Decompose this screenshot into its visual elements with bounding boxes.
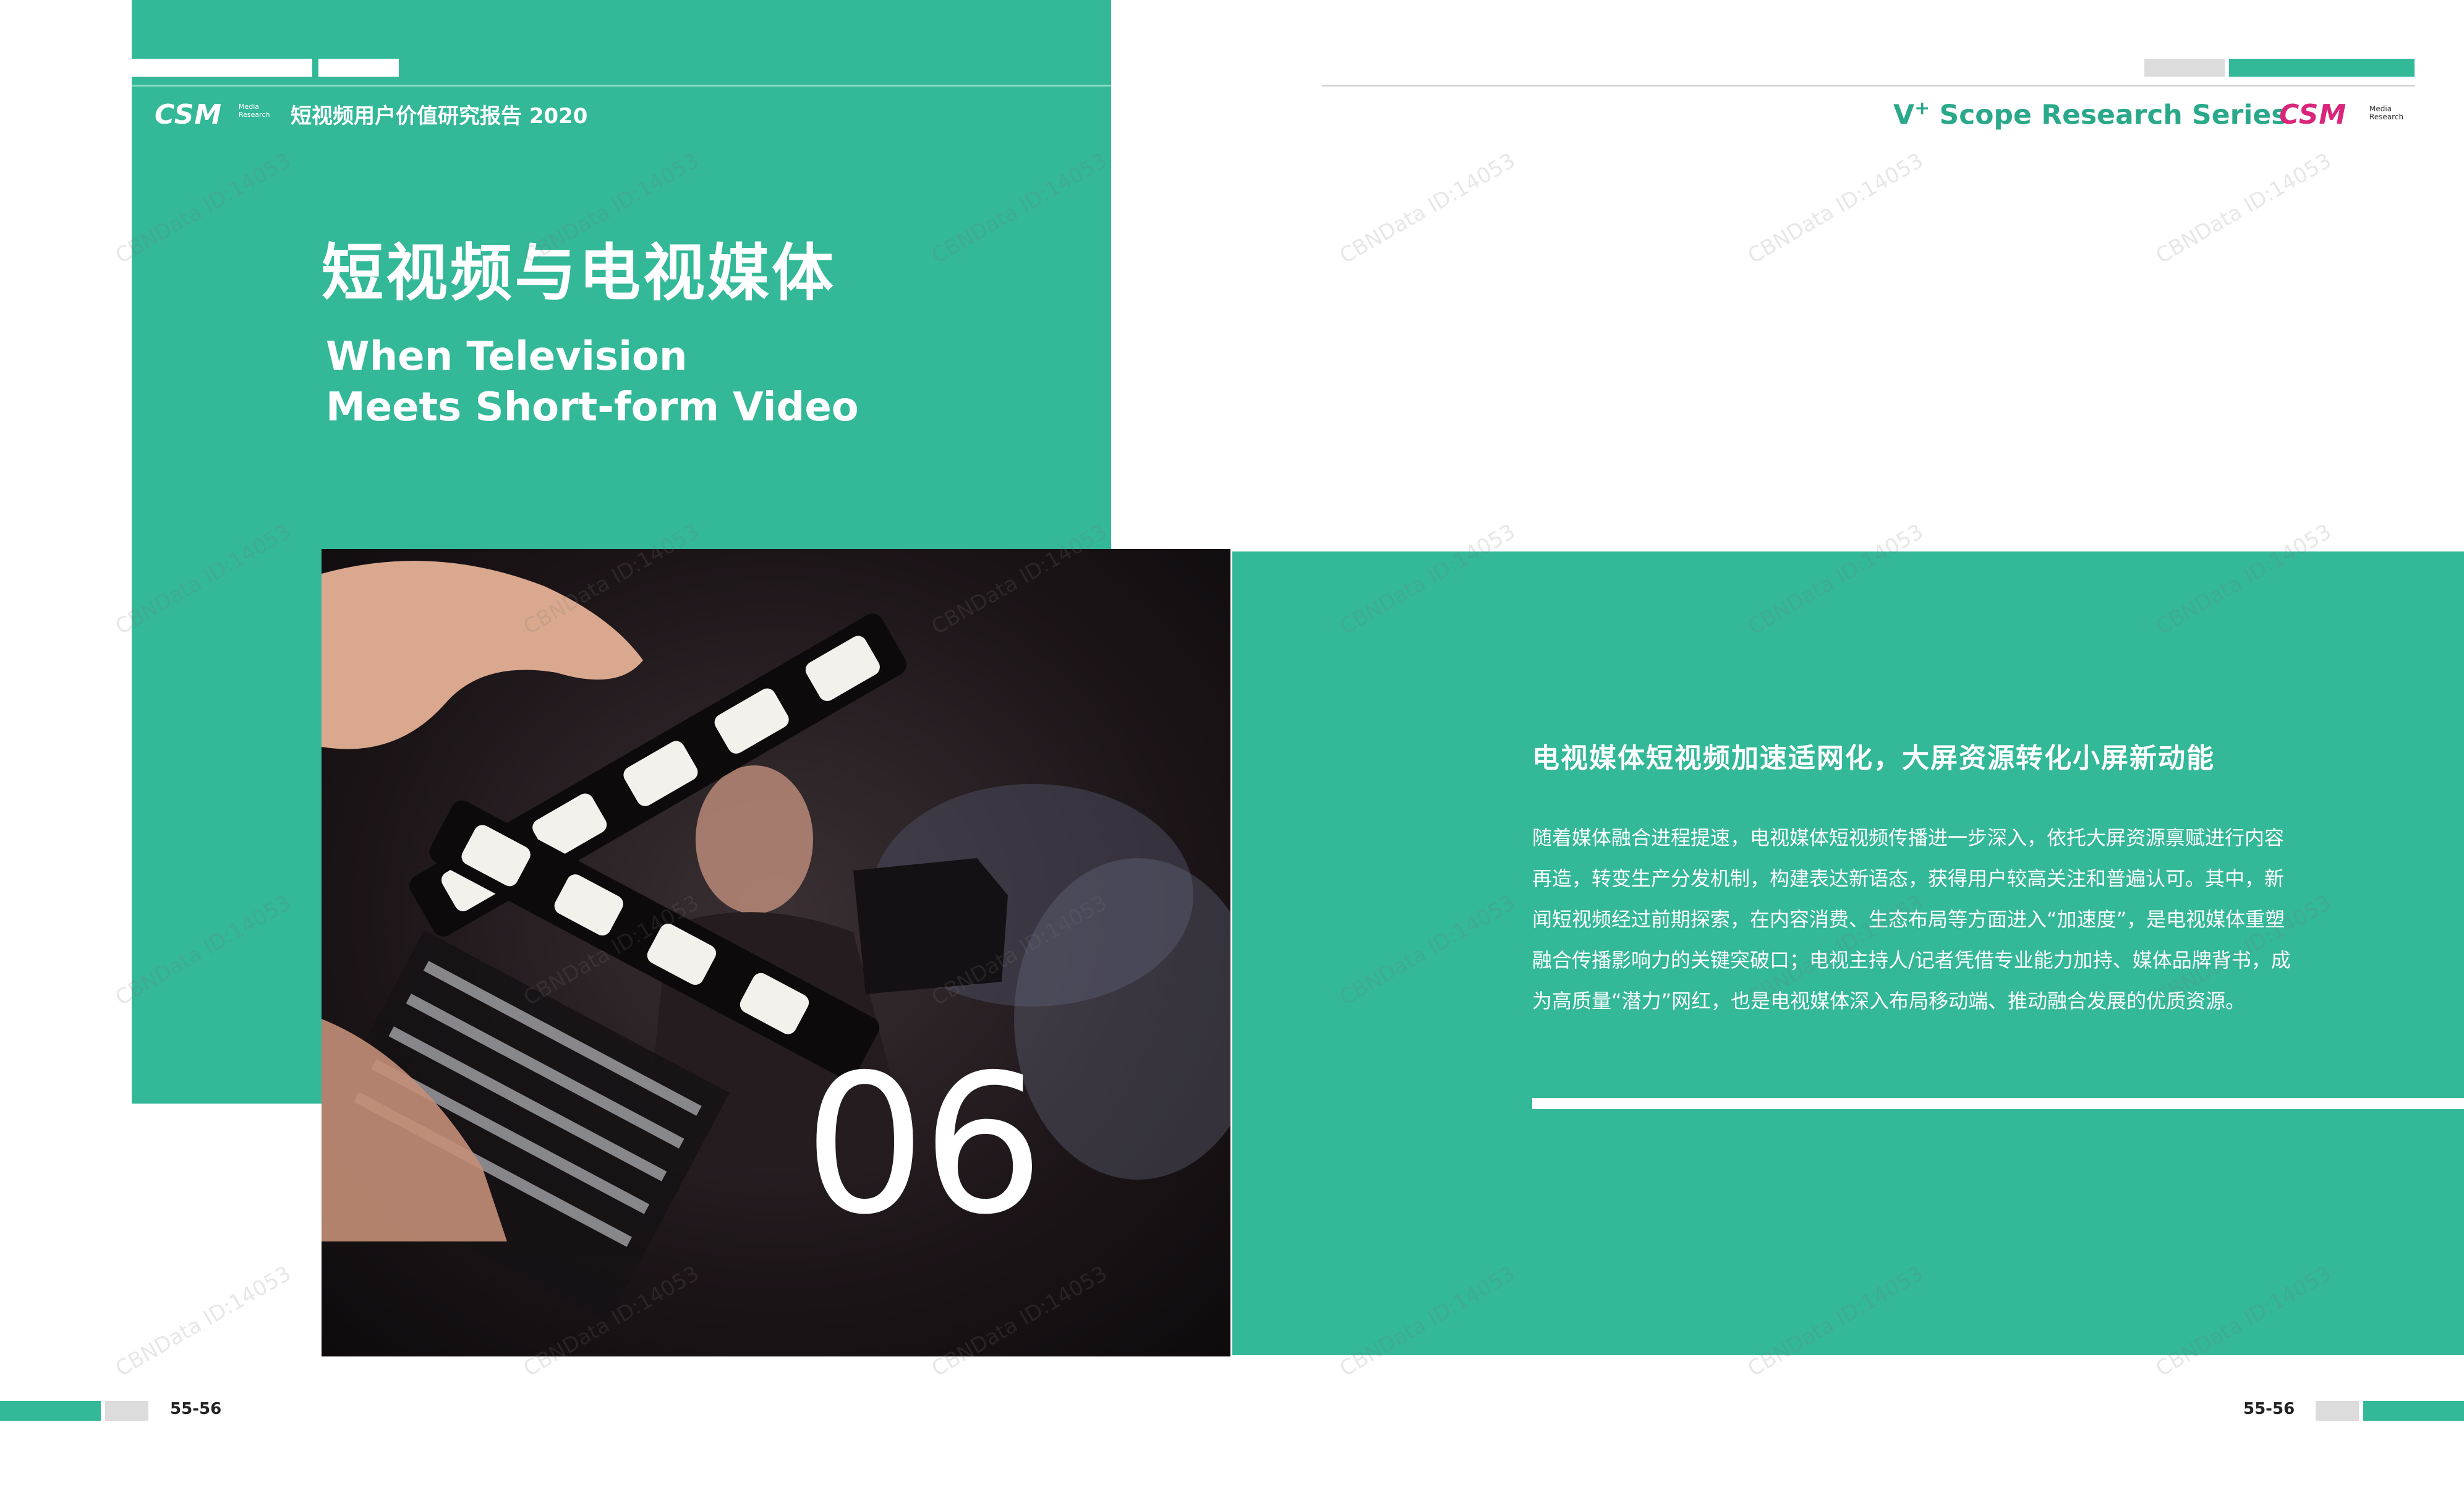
top-tab-strip xyxy=(318,59,399,77)
series-prefix: V xyxy=(1893,99,1915,131)
csm-logo-subtext: Media Research xyxy=(239,103,270,119)
section-heading: 电视媒体短视频加速适网化，大屏资源转化小屏新动能 xyxy=(1532,743,2215,774)
series-sup: + xyxy=(1914,98,1930,119)
top-tab-strip xyxy=(2144,59,2225,77)
header-rule xyxy=(132,85,1111,87)
watermark: CBNData ID:14053 xyxy=(2152,148,2336,269)
chapter-number: 06 xyxy=(804,1034,1044,1257)
watermark: CBNData ID:14053 xyxy=(1336,148,1520,269)
csm-logo-subtext: Media Research xyxy=(2369,104,2404,121)
footer-bar xyxy=(0,1401,101,1421)
watermark: CBNData ID:14053 xyxy=(111,1261,296,1382)
watermark: CBNData ID:14053 xyxy=(1744,148,1928,269)
footer-bar xyxy=(2363,1401,2464,1421)
chapter-title-en-line2: Meets Short-form Video xyxy=(326,385,859,430)
header-rule xyxy=(1322,85,2415,87)
series-name: Scope Research Series xyxy=(1939,99,2288,131)
section-rule xyxy=(1532,1098,2464,1109)
chapter-photo: 06 xyxy=(322,549,1230,1356)
page-number-left: 55-56 xyxy=(170,1400,222,1418)
footer-bar xyxy=(105,1401,148,1421)
footer-bar xyxy=(2316,1401,2359,1421)
report-title: 短视频用户价值研究报告 2020 xyxy=(291,104,588,129)
clapperboard-illustration xyxy=(322,549,1230,1356)
top-tab-strip xyxy=(132,59,312,77)
csm-logo: CSM xyxy=(2279,99,2347,130)
top-tab-strip xyxy=(2229,59,2415,77)
csm-logo: CSM xyxy=(155,99,223,130)
series-title: V+ Scope Research Series xyxy=(1893,98,2287,131)
chapter-title-en-line1: When Television xyxy=(326,334,688,380)
page-number-right: 55-56 xyxy=(2243,1400,2295,1418)
